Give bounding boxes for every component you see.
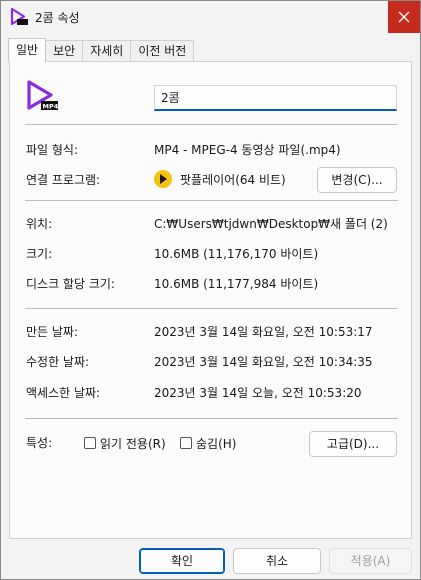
attributes-label: 특성: (26, 436, 53, 450)
divider (25, 418, 398, 419)
created-value: 2023년 3월 14일 화요일, 오전 10:53:17 (154, 325, 373, 339)
opens-with-label: 연결 프로그램: (26, 173, 101, 187)
modified-label: 수정한 날짜: (26, 355, 90, 369)
divider (25, 308, 398, 309)
tab-security[interactable]: 보안 (45, 40, 84, 62)
general-panel: MP4 파일 형식: MP4 - MPEG-4 동영상 파일(.mp4) 연결 … (9, 61, 412, 539)
file-type-label: 파일 형식: (26, 143, 79, 157)
checkbox-box[interactable] (84, 437, 96, 449)
tab-details[interactable]: 자세히 (82, 40, 132, 62)
readonly-checkbox[interactable]: 읽기 전용(R) (84, 435, 166, 451)
apply-button[interactable]: 적용(A) (329, 548, 412, 574)
checkbox-box[interactable] (180, 437, 192, 449)
accessed-label: 액세스한 날짜: (26, 386, 101, 400)
potplayer-icon (154, 170, 172, 188)
tab-previous-versions[interactable]: 이전 버전 (130, 40, 195, 62)
file-name-input[interactable] (154, 85, 397, 111)
file-type-value: MP4 - MPEG-4 동영상 파일(.mp4) (154, 143, 341, 157)
opens-with-value: 팟플레이어(64 비트) (180, 173, 286, 187)
hidden-checkbox[interactable]: 숨김(H) (180, 435, 236, 451)
size-on-disk-label: 디스크 할당 크기: (26, 277, 115, 291)
divider (25, 200, 398, 201)
hidden-label: 숨김(H) (196, 436, 237, 451)
location-label: 위치: (26, 217, 53, 231)
created-label: 만든 날짜: (26, 325, 79, 339)
modified-value: 2023년 3월 14일 화요일, 오전 10:34:35 (154, 355, 373, 369)
window-title: 2콤 속성 (35, 11, 80, 25)
size-on-disk-value: 10.6MB (11,177,984 바이트) (154, 277, 319, 291)
divider (25, 124, 398, 125)
readonly-label: 읽기 전용(R) (100, 436, 166, 451)
cancel-button[interactable]: 취소 (233, 548, 321, 574)
close-icon (398, 11, 410, 23)
size-value: 10.6MB (11,176,170 바이트) (154, 247, 319, 261)
location-value: C:₩Users₩tjdwn₩Desktop₩새 폴더 (2) (154, 217, 388, 231)
change-button[interactable]: 변경(C)... (317, 167, 397, 193)
ok-button[interactable]: 확인 (139, 548, 225, 574)
accessed-value: 2023년 3월 14일 오늘, 오전 10:53:20 (154, 386, 362, 400)
close-button[interactable] (388, 1, 420, 33)
mp4-file-icon (9, 7, 29, 27)
mp4-file-icon: MP4 (25, 78, 59, 112)
tab-general[interactable]: 일반 (8, 38, 47, 62)
advanced-button[interactable]: 고급(D)... (309, 431, 397, 457)
size-label: 크기: (26, 247, 53, 261)
tab-strip: 일반 보안 자세히 이전 버전 (8, 38, 195, 62)
title-bar[interactable]: 2콤 속성 (1, 1, 420, 33)
svg-text:MP4: MP4 (43, 103, 59, 111)
properties-dialog: 2콤 속성 일반 보안 자세히 이전 버전 MP4 파일 형식: MP4 - M… (0, 0, 421, 580)
